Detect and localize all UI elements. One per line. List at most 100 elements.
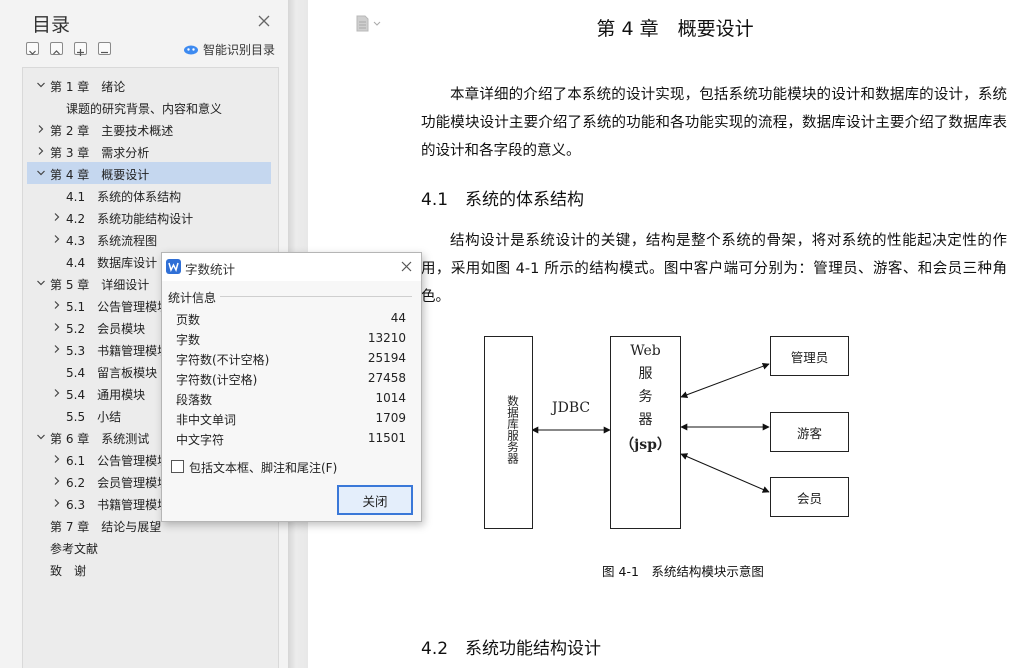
role-label-guest: 游客 bbox=[796, 426, 822, 441]
stat-row: 字数 13210 bbox=[176, 328, 406, 348]
stat-row: 中文字符 11501 bbox=[176, 428, 406, 448]
outline-item[interactable]: 4.2 系统功能结构设计 bbox=[27, 206, 271, 228]
outline-item[interactable]: 课题的研究背景、内容和意义 bbox=[27, 96, 271, 118]
chevron-right-icon[interactable] bbox=[51, 233, 63, 245]
expand-down-button[interactable] bbox=[26, 42, 39, 55]
outline-item-label: 课题的研究背景、内容和意义 bbox=[66, 102, 223, 116]
outline-item-label: 5.4 通用模块 bbox=[66, 388, 146, 402]
architecture-diagram: 数据库服务器 JDBC Web 服务器 （jsp） 管理员 游客 会员 bbox=[478, 332, 858, 532]
wps-logo-icon bbox=[166, 259, 181, 274]
chevron-up-icon bbox=[53, 50, 60, 55]
stat-value: 25194 bbox=[367, 351, 406, 365]
chevron-right-icon[interactable] bbox=[35, 145, 47, 157]
stat-value: 1709 bbox=[375, 411, 406, 425]
role-box-guest: 游客 bbox=[770, 412, 849, 452]
outline-item[interactable]: 致 谢 bbox=[27, 558, 271, 580]
jdbc-label: JDBC bbox=[552, 400, 591, 416]
outline-item-label: 第 7 章 结论与展望 bbox=[50, 520, 162, 534]
stat-label: 段落数 bbox=[176, 393, 213, 407]
outline-item-label: 4.4 数据库设计 bbox=[66, 256, 158, 270]
stat-row: 非中文单词 1709 bbox=[176, 408, 406, 428]
jsp-label: （jsp） bbox=[620, 437, 671, 453]
dialog-titlebar[interactable]: 字数统计 bbox=[162, 253, 421, 281]
section-4-1-paragraph: 结构设计是系统设计的关键，结构是整个系统的骨架，将对系统的性能起决定性的作用，采… bbox=[421, 233, 1007, 305]
word-count-dialog: 字数统计 统计信息 包括文本框、脚注和尾注(F) 关闭 页数 44 字数 13210 字… bbox=[161, 252, 422, 522]
nav-title: 目录 bbox=[32, 14, 71, 36]
outline-item-label: 第 2 章 主要技术概述 bbox=[50, 124, 174, 138]
minus-icon bbox=[101, 51, 108, 54]
chevron-right-icon[interactable] bbox=[51, 453, 63, 465]
stat-row: 字符数(不计空格) 25194 bbox=[176, 348, 406, 368]
outline-item-label: 5.3 书籍管理模块 bbox=[66, 344, 170, 358]
db-server-box: 数据库服务器 bbox=[484, 336, 533, 529]
dialog-title: 字数统计 bbox=[185, 262, 236, 277]
chevron-right-icon[interactable] bbox=[51, 343, 63, 355]
chevron-down-icon[interactable] bbox=[35, 431, 47, 443]
outline-item[interactable]: 4.1 系统的体系结构 bbox=[27, 184, 271, 206]
outline-item-label: 第 6 章 系统测试 bbox=[50, 432, 150, 446]
outline-item[interactable]: 第 1 章 绪论 bbox=[27, 74, 271, 96]
web-server-label: Web 服务器 bbox=[611, 340, 680, 432]
remove-heading-button[interactable] bbox=[98, 42, 111, 55]
chevron-down-icon bbox=[29, 50, 36, 55]
stat-value: 27458 bbox=[367, 371, 406, 385]
web-server-char: 服 bbox=[638, 366, 653, 382]
stat-row: 页数 44 bbox=[176, 308, 406, 328]
role-box-member: 会员 bbox=[770, 477, 849, 517]
outline-item[interactable]: 4.3 系统流程图 bbox=[27, 228, 271, 250]
chevron-right-icon[interactable] bbox=[51, 475, 63, 487]
close-button[interactable]: 关闭 bbox=[337, 485, 413, 515]
outline-item[interactable]: 第 4 章 概要设计 bbox=[27, 162, 271, 184]
chevron-right-icon[interactable] bbox=[51, 299, 63, 311]
close-icon[interactable] bbox=[257, 14, 271, 28]
stat-value: 1014 bbox=[375, 391, 406, 405]
stat-label: 页数 bbox=[176, 313, 201, 327]
outline-item-label: 4.1 系统的体系结构 bbox=[66, 190, 182, 204]
outline-item-label: 第 1 章 绪论 bbox=[50, 80, 126, 94]
chevron-right-icon[interactable] bbox=[35, 123, 47, 135]
outline-item-label: 6.3 书籍管理模块 bbox=[66, 498, 170, 512]
chevron-down-icon[interactable] bbox=[35, 167, 47, 179]
web-server-box: Web 服务器 （jsp） bbox=[610, 336, 681, 529]
stat-label: 字符数(不计空格) bbox=[176, 353, 270, 367]
web-server-char: 务 bbox=[638, 389, 653, 405]
outline-item[interactable]: 第 3 章 需求分析 bbox=[27, 140, 271, 162]
chapter-title: 第 4 章 概要设计 bbox=[596, 18, 754, 40]
chevron-right-icon[interactable] bbox=[51, 321, 63, 333]
outline-item-label: 4.3 系统流程图 bbox=[66, 234, 158, 248]
stat-row: 字符数(计空格) 27458 bbox=[176, 368, 406, 388]
smart-toc-button[interactable]: 智能识别目录 bbox=[183, 40, 275, 58]
outline-item-label: 5.5 小结 bbox=[66, 410, 122, 424]
chevron-down-icon[interactable] bbox=[35, 79, 47, 91]
section-heading-4-2: 4.2 系统功能结构设计 bbox=[421, 639, 602, 659]
stat-label: 字符数(计空格) bbox=[176, 373, 258, 387]
chevron-right-icon[interactable] bbox=[51, 387, 63, 399]
outline-item-label: 第 5 章 详细设计 bbox=[50, 278, 150, 292]
stat-label: 字数 bbox=[176, 333, 201, 347]
include-textbox-label[interactable]: 包括文本框、脚注和尾注(F) bbox=[189, 459, 337, 476]
outline-item[interactable]: 第 2 章 主要技术概述 bbox=[27, 118, 271, 140]
close-icon[interactable] bbox=[400, 260, 413, 273]
include-textbox-checkbox[interactable] bbox=[171, 460, 184, 473]
stat-row: 段落数 1014 bbox=[176, 388, 406, 408]
add-heading-button[interactable] bbox=[74, 42, 87, 56]
outline-item-label: 5.2 会员模块 bbox=[66, 322, 146, 336]
role-box-admin: 管理员 bbox=[770, 336, 849, 376]
stat-label: 中文字符 bbox=[176, 433, 225, 447]
admin-arrow bbox=[680, 362, 770, 399]
collapse-up-button[interactable] bbox=[50, 42, 63, 55]
outline-item[interactable]: 参考文献 bbox=[27, 536, 271, 558]
web-server-char: Web bbox=[630, 343, 661, 359]
stat-value: 11501 bbox=[367, 431, 406, 445]
chevron-right-icon[interactable] bbox=[51, 211, 63, 223]
outline-item-label: 致 谢 bbox=[50, 564, 87, 578]
cloud-icon bbox=[184, 45, 198, 55]
outline-item-label: 参考文献 bbox=[50, 542, 99, 556]
chevron-right-icon[interactable] bbox=[51, 497, 63, 509]
web-server-char: 器 bbox=[638, 412, 653, 428]
member-arrow bbox=[680, 453, 770, 493]
chevron-down-icon[interactable] bbox=[35, 277, 47, 289]
figure-caption: 图 4-1 系统结构模块示意图 bbox=[602, 564, 764, 579]
outline-item-label: 6.1 公告管理模块 bbox=[66, 454, 170, 468]
intro-paragraph: 本章详细的介绍了本系统的设计实现，包括系统功能模块的设计和数据库的设计，系统功能… bbox=[421, 87, 1007, 159]
